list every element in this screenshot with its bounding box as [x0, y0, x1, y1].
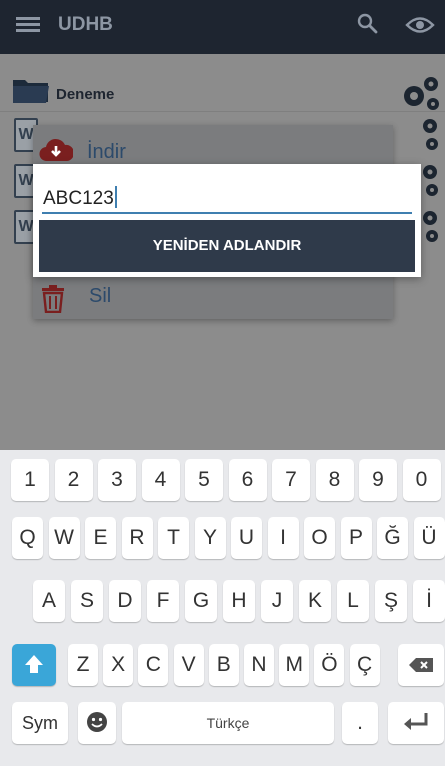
key[interactable]: I	[267, 517, 299, 559]
gears-icon[interactable]	[404, 116, 440, 152]
key[interactable]: G	[185, 580, 217, 622]
cloud-download-icon	[39, 138, 73, 162]
sym-key[interactable]: Sym	[12, 702, 68, 744]
download-menu-item[interactable]: İndir	[87, 141, 126, 164]
app-bar: UDHB	[0, 0, 445, 54]
period-key[interactable]: .	[342, 702, 378, 744]
emoji-icon	[87, 712, 107, 732]
key[interactable]: W	[48, 517, 80, 559]
backspace-key[interactable]	[398, 644, 444, 686]
rename-dialog: ABC123 YENİDEN ADLANDIR	[33, 164, 421, 277]
key[interactable]: M	[279, 644, 310, 686]
key[interactable]: 3	[98, 459, 136, 501]
list-item[interactable]: Deneme	[0, 66, 445, 112]
key[interactable]: D	[109, 580, 141, 622]
key[interactable]: U	[231, 517, 262, 559]
key[interactable]: B	[208, 644, 239, 686]
enter-key[interactable]	[388, 702, 444, 744]
key[interactable]: İ	[413, 580, 445, 622]
text-caret	[114, 186, 117, 208]
delete-menu-item[interactable]: Sil	[89, 285, 111, 308]
key[interactable]: K	[299, 580, 331, 622]
key[interactable]: A	[33, 580, 65, 622]
key[interactable]: Ğ	[377, 517, 408, 559]
key[interactable]: S	[71, 580, 103, 622]
key[interactable]: 1	[11, 459, 49, 501]
key[interactable]: Q	[12, 517, 43, 559]
search-icon[interactable]	[356, 12, 380, 36]
key[interactable]: O	[304, 517, 335, 559]
shift-key[interactable]	[12, 644, 56, 686]
key[interactable]: F	[147, 580, 179, 622]
backspace-icon	[409, 658, 433, 672]
key[interactable]: V	[173, 644, 204, 686]
key[interactable]: P	[340, 517, 372, 559]
rename-input[interactable]: ABC123	[42, 182, 412, 214]
key[interactable]: R	[121, 517, 153, 559]
key[interactable]: L	[337, 580, 369, 622]
key[interactable]: Ş	[375, 580, 407, 622]
space-key[interactable]: Türkçe	[122, 702, 334, 744]
key[interactable]: Y	[194, 517, 226, 559]
app-title: UDHB	[58, 14, 113, 35]
key[interactable]: 9	[359, 459, 397, 501]
key[interactable]: Ö	[314, 644, 345, 686]
key[interactable]: Z	[68, 644, 98, 686]
key[interactable]: 7	[272, 459, 310, 501]
key[interactable]: 5	[185, 459, 223, 501]
key[interactable]: T	[158, 517, 189, 559]
key[interactable]: 2	[54, 459, 93, 501]
shift-arrow-icon	[25, 655, 43, 673]
key[interactable]: Ç	[349, 644, 380, 686]
key[interactable]: J	[261, 580, 293, 622]
hamburger-menu-icon[interactable]	[16, 14, 40, 38]
key[interactable]: Ü	[413, 517, 445, 559]
rename-button[interactable]: YENİDEN ADLANDIR	[39, 220, 415, 272]
key[interactable]: 4	[141, 459, 180, 501]
key[interactable]: 6	[228, 459, 267, 501]
key[interactable]: E	[85, 517, 116, 559]
key[interactable]: N	[244, 644, 274, 686]
key[interactable]: H	[223, 580, 255, 622]
folder-name: Deneme	[56, 86, 115, 103]
soft-keyboard: 1234567890 QWERTYUIOPĞÜ ASDFGHJKLŞİ ZXCV…	[0, 450, 445, 766]
eye-icon[interactable]	[405, 14, 435, 36]
folder-icon	[13, 80, 49, 103]
gears-icon[interactable]	[400, 74, 442, 114]
key[interactable]: 8	[315, 459, 354, 501]
key[interactable]: X	[103, 644, 134, 686]
key[interactable]: 0	[402, 459, 441, 501]
key[interactable]: C	[138, 644, 169, 686]
trash-icon	[42, 285, 64, 313]
rename-input-value: ABC123	[43, 188, 114, 209]
emoji-key[interactable]	[78, 702, 116, 744]
enter-icon	[404, 713, 428, 730]
